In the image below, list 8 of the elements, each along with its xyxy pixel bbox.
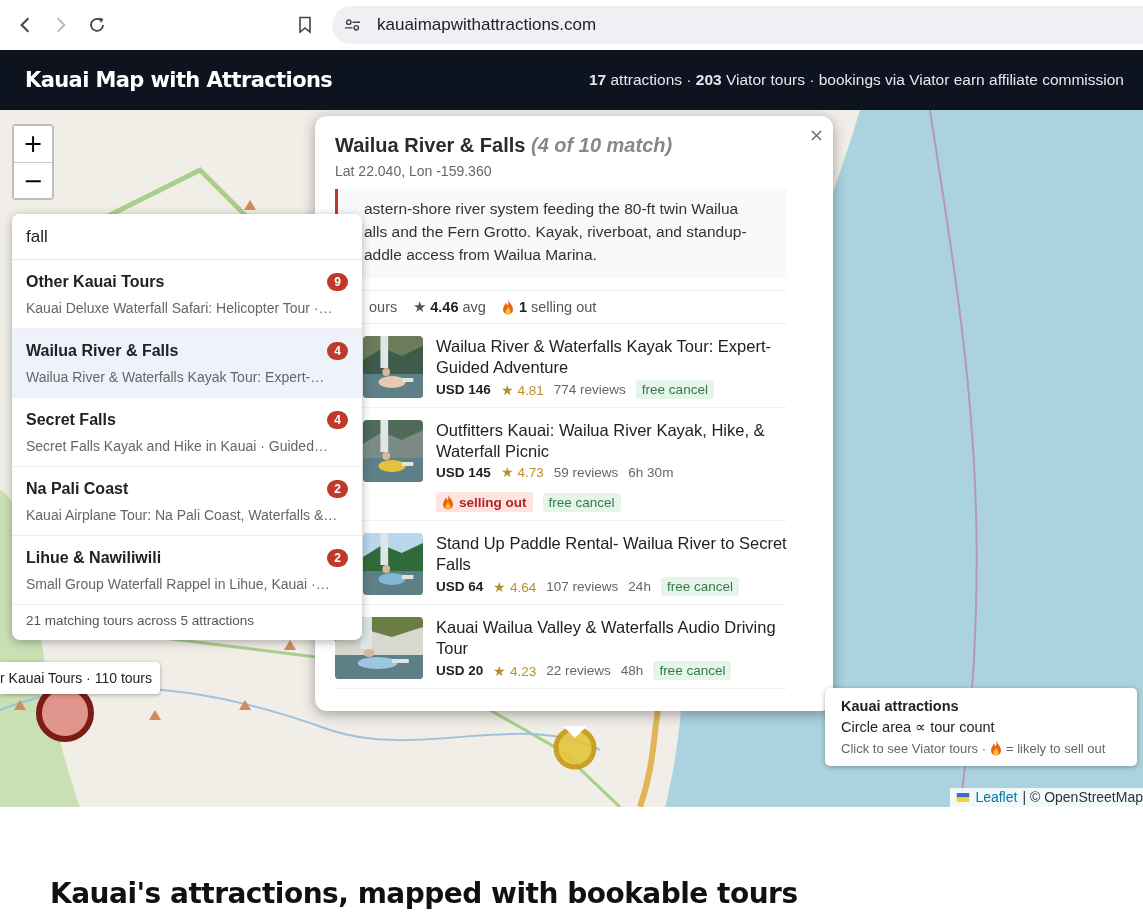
site-title[interactable]: Kauai Map with Attractions xyxy=(25,68,333,92)
address-bar[interactable]: kauaimapwithattractions.com xyxy=(332,6,1143,44)
bookmark-icon[interactable] xyxy=(296,16,314,34)
site-settings-icon[interactable] xyxy=(344,18,361,32)
header-summary: 17 attractions · 203 Viator tours · bookings via Viator earn affiliate commission xyxy=(588,71,1124,89)
section-heading: Kauai's attractions, mapped with bookable tours xyxy=(50,877,799,910)
url-text: kauaimapwithattractions.com xyxy=(377,15,597,35)
reload-icon[interactable] xyxy=(88,16,106,34)
